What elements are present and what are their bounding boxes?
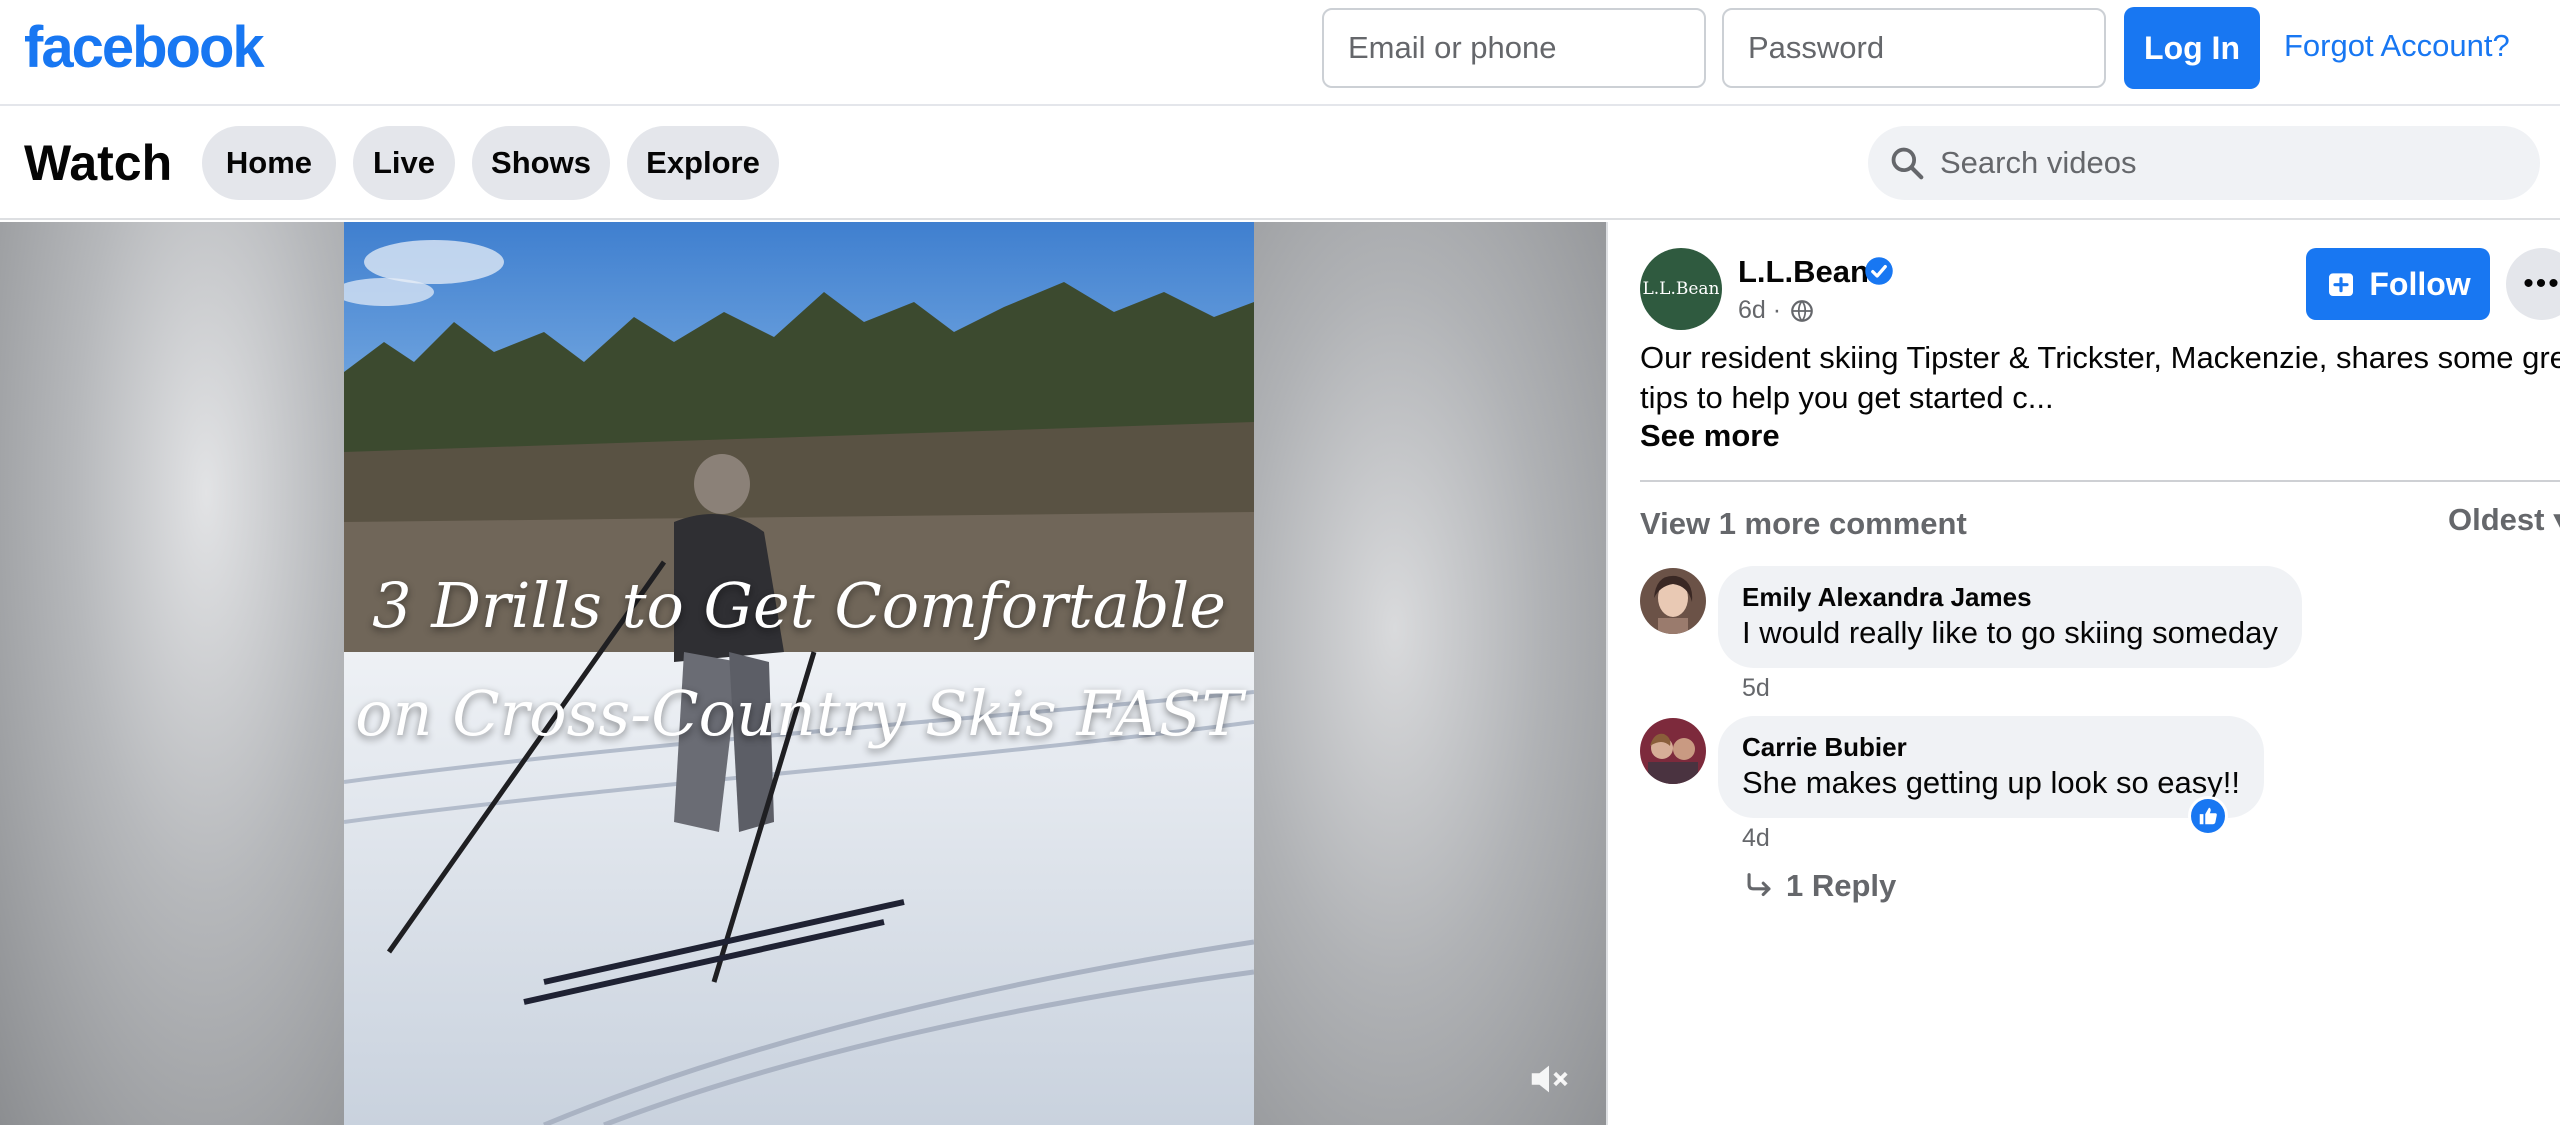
more-options-button[interactable]: ••• (2506, 248, 2560, 320)
comment-text: She makes getting up look so easy!! (1742, 765, 2241, 800)
post-details-panel: L.L.Bean L.L.Bean 6d · Follow ••• Our re… (1606, 222, 2560, 1125)
view-replies-link[interactable]: 1 Reply (1742, 868, 1896, 904)
comment-sort-dropdown[interactable]: Oldest ▾ (2448, 502, 2560, 538)
post-description-line-1: Our resident skiing Tipster & Trickster,… (1640, 340, 2560, 375)
forgot-account-link[interactable]: Forgot Account? (2284, 28, 2510, 64)
globe-icon (1791, 299, 1813, 322)
overlay-title-line-1: 3 Drills to Get Comfortable (372, 569, 1226, 642)
comment-time[interactable]: 5d (1742, 674, 1770, 703)
post-description-line-2: tips to help you get started c... (1640, 380, 2054, 415)
password-placeholder: Password (1748, 30, 1885, 65)
verified-badge-icon (1865, 257, 1893, 285)
reply-arrow-icon (1747, 873, 1771, 897)
video-blur-background-left (0, 222, 344, 1125)
video-frame[interactable]: 3 Drills to Get Comfortable on Cross-Cou… (344, 222, 1254, 1125)
page-name[interactable]: L.L.Bean (1738, 254, 1869, 290)
facebook-logo[interactable]: facebook (24, 14, 265, 81)
comment-author[interactable]: Carrie Bubier (1742, 730, 2240, 764)
search-placeholder: Search videos (1940, 145, 2137, 180)
tab-live[interactable]: Live (353, 126, 455, 200)
comment-text: I would really like to go skiing someday (1742, 615, 2278, 650)
follow-page-icon (2329, 273, 2354, 296)
overlay-title-line-2: on Cross-Country Skis FAST (355, 677, 1243, 750)
video-overlay-title: 3 Drills to Get Comfortable on Cross-Cou… (344, 552, 1254, 768)
post-meta: 6d · (1738, 296, 1815, 325)
muted-speaker-icon[interactable] (1526, 1056, 1572, 1102)
tab-home[interactable]: Home (202, 126, 336, 200)
comment-author[interactable]: Emily Alexandra James (1742, 580, 2278, 614)
replies-count: 1 Reply (1786, 868, 1897, 903)
commenter-photo (1640, 568, 1706, 634)
divider (1640, 480, 2560, 482)
comment-bubble: Carrie Bubier She makes getting up look … (1718, 716, 2265, 818)
see-more-link[interactable]: See more (1640, 418, 1780, 454)
watch-header: Watch Home Live Shows Explore Search vid… (0, 108, 2560, 220)
video-blur-background-right (1254, 222, 1606, 1125)
search-videos-input[interactable]: Search videos (1868, 126, 2540, 200)
video-player[interactable]: 3 Drills to Get Comfortable on Cross-Cou… (0, 222, 1606, 1125)
post-age[interactable]: 6d · (1738, 296, 1781, 325)
email-placeholder: Email or phone (1348, 30, 1557, 65)
comment-time[interactable]: 4d (1742, 824, 1770, 853)
top-navigation-bar: facebook Email or phone Password Log In … (0, 0, 2560, 106)
avatar[interactable] (1640, 568, 1706, 634)
page-avatar[interactable]: L.L.Bean (1640, 248, 1722, 330)
tab-explore[interactable]: Explore (627, 126, 779, 200)
follow-button[interactable]: Follow (2306, 248, 2490, 320)
view-more-comments-link[interactable]: View 1 more comment (1640, 506, 1967, 542)
like-reaction-badge[interactable] (2188, 796, 2228, 836)
comment-bubble: Emily Alexandra James I would really lik… (1718, 566, 2302, 668)
post-description: Our resident skiing Tipster & Trickster,… (1640, 338, 2560, 418)
login-button[interactable]: Log In (2124, 7, 2260, 89)
email-field[interactable]: Email or phone (1322, 8, 1706, 88)
password-field[interactable]: Password (1722, 8, 2106, 88)
page-title: Watch (24, 135, 173, 191)
follow-label: Follow (2369, 265, 2471, 302)
avatar[interactable] (1640, 718, 1706, 784)
search-icon (1891, 147, 1924, 180)
like-icon (2199, 807, 2217, 825)
commenter-photo (1640, 718, 1706, 784)
tab-shows[interactable]: Shows (472, 126, 610, 200)
